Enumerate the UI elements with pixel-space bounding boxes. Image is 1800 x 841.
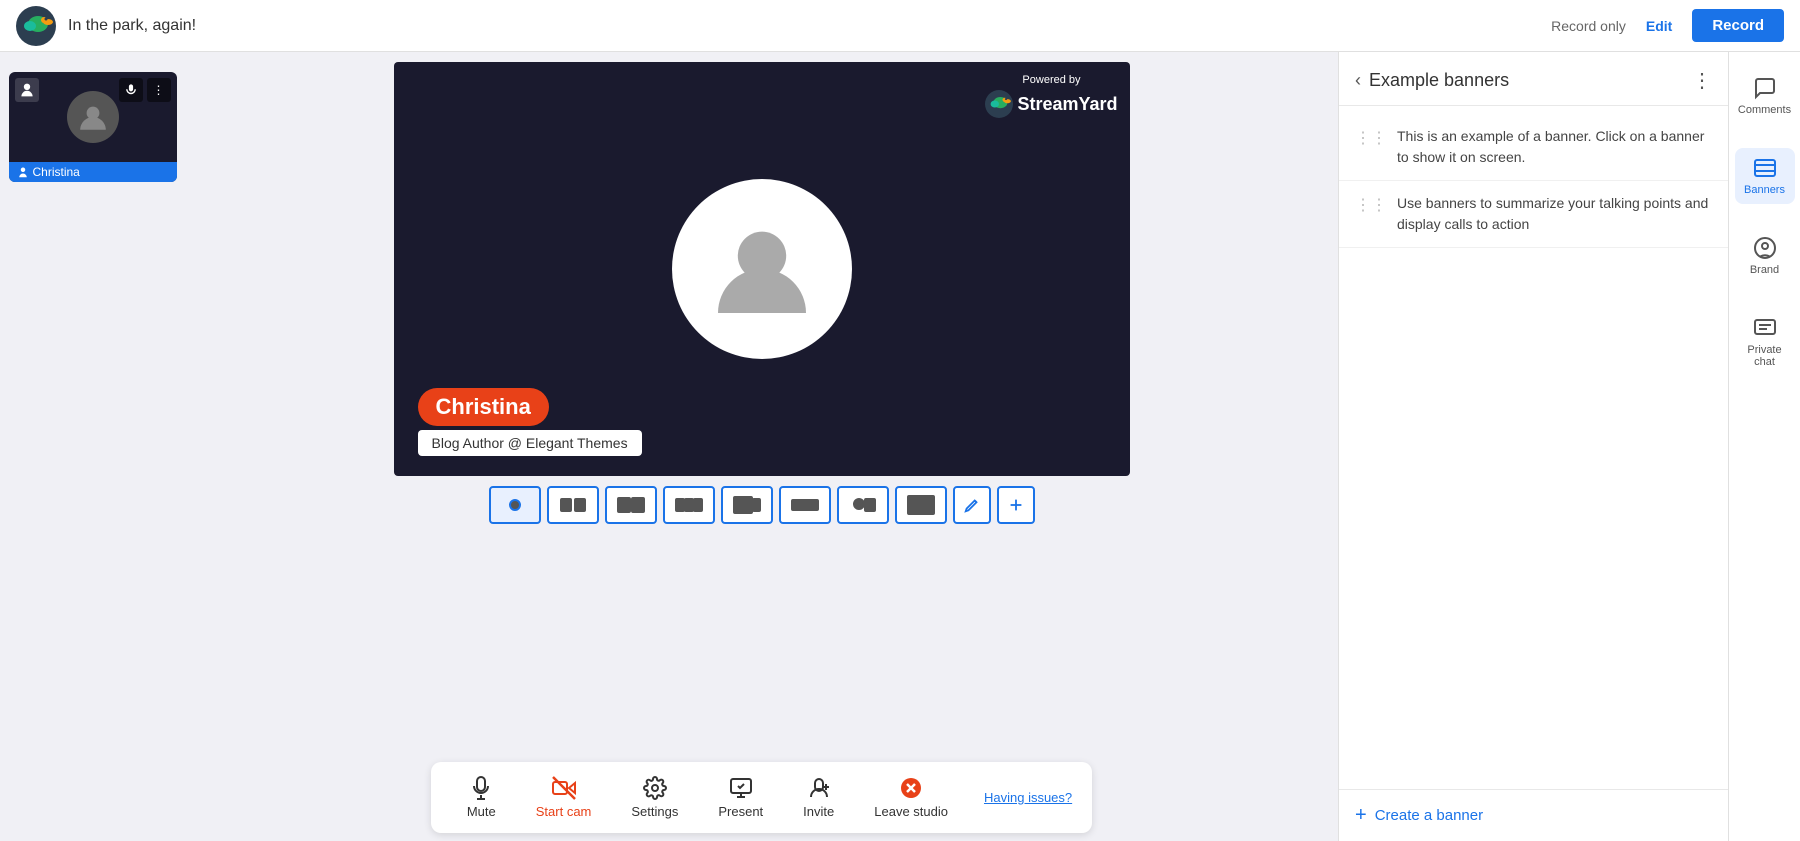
edit-button[interactable]: Edit <box>1638 12 1680 40</box>
preview-container: Powered by StreamYard Christina Blog Aut… <box>394 62 1130 476</box>
powered-by-label: Powered by StreamYard <box>985 74 1117 118</box>
layout-two-b-button[interactable] <box>605 486 657 524</box>
layout-three-button[interactable] <box>663 486 715 524</box>
layout-selector <box>489 486 1035 524</box>
brand-icon <box>1753 236 1777 260</box>
topbar-right: Record only Edit Record <box>1551 9 1784 42</box>
comments-icon <box>1753 76 1777 100</box>
banner-item[interactable]: ⋮⋮ Use banners to summarize your talking… <box>1339 181 1728 248</box>
record-button[interactable]: Record <box>1692 9 1784 42</box>
layout-full-button[interactable] <box>895 486 947 524</box>
banners-tab-button[interactable]: Banners <box>1735 148 1795 204</box>
panel-title: Example banners <box>1369 70 1684 91</box>
banner-text: This is an example of a banner. Click on… <box>1397 126 1712 168</box>
streamyard-name: StreamYard <box>1017 94 1117 115</box>
thumb-name-bar: Christina <box>9 162 177 182</box>
logo-icon <box>16 6 56 46</box>
participant-thumbnail[interactable]: ⋮ Christina <box>9 72 177 182</box>
left-sidebar: ⋮ Christina <box>0 52 185 841</box>
banner-text: Use banners to summarize your talking po… <box>1397 193 1712 235</box>
thumb-more-button[interactable]: ⋮ <box>147 78 171 102</box>
record-only-label: Record only <box>1551 18 1626 34</box>
layout-edit-button[interactable] <box>953 486 991 524</box>
start-cam-button[interactable]: Start cam <box>520 770 608 825</box>
far-right-sidebar: Comments Banners Brand Private chat <box>1728 52 1800 841</box>
comments-tab-button[interactable]: Comments <box>1735 68 1795 124</box>
right-panel: ‹ Example banners ⋮ ⋮⋮ This is an exampl… <box>1338 52 1728 841</box>
plus-icon: + <box>1355 804 1367 827</box>
streamyard-logo: StreamYard <box>985 90 1117 118</box>
layout-wide-button[interactable] <box>779 486 831 524</box>
panel-menu-button[interactable]: ⋮ <box>1692 68 1712 93</box>
layout-side-button[interactable] <box>721 486 773 524</box>
thumb-controls: ⋮ <box>119 78 171 102</box>
layout-single-button[interactable] <box>489 486 541 524</box>
layout-two-button[interactable] <box>547 486 599 524</box>
center-avatar <box>672 179 852 359</box>
mute-button[interactable]: Mute <box>451 770 512 825</box>
banner-list: ⋮⋮ This is an example of a banner. Click… <box>1339 106 1728 789</box>
thumb-mic-button[interactable] <box>119 78 143 102</box>
drag-handle-icon: ⋮⋮ <box>1355 128 1387 148</box>
having-issues-link[interactable]: Having issues? <box>984 790 1072 805</box>
person-icon <box>15 78 39 102</box>
center-area: Powered by StreamYard Christina Blog Aut… <box>185 52 1338 841</box>
topbar-left: In the park, again! <box>16 6 196 46</box>
topbar: In the park, again! Record only Edit Rec… <box>0 0 1800 52</box>
role-badge: Blog Author @ Elegant Themes <box>418 430 642 456</box>
banner-item[interactable]: ⋮⋮ This is an example of a banner. Click… <box>1339 114 1728 181</box>
private-chat-icon <box>1753 316 1777 340</box>
preview-video: Powered by StreamYard Christina Blog Aut… <box>394 62 1130 476</box>
private-chat-tab-button[interactable]: Private chat <box>1735 308 1795 376</box>
create-banner-button[interactable]: + Create a banner <box>1339 789 1728 841</box>
studio-title: In the park, again! <box>68 17 196 35</box>
present-button[interactable]: Present <box>702 770 779 825</box>
main-layout: ⋮ Christina Powered by <box>0 52 1800 841</box>
back-button[interactable]: ‹ <box>1355 70 1361 91</box>
name-badge: Christina <box>418 388 549 426</box>
invite-button[interactable]: Invite <box>787 770 850 825</box>
layout-lower-button[interactable] <box>837 486 889 524</box>
layout-add-button[interactable] <box>997 486 1035 524</box>
drag-handle-icon: ⋮⋮ <box>1355 195 1387 215</box>
leave-studio-button[interactable]: Leave studio <box>858 770 964 825</box>
brand-tab-button[interactable]: Brand <box>1735 228 1795 284</box>
thumb-avatar <box>67 91 119 143</box>
bottom-controls: Mute Start cam Settings Present Invite <box>431 762 1092 833</box>
banners-icon <box>1753 156 1777 180</box>
settings-button[interactable]: Settings <box>615 770 694 825</box>
right-panel-header: ‹ Example banners ⋮ <box>1339 52 1728 106</box>
thumb-participant-name: Christina <box>33 165 80 179</box>
